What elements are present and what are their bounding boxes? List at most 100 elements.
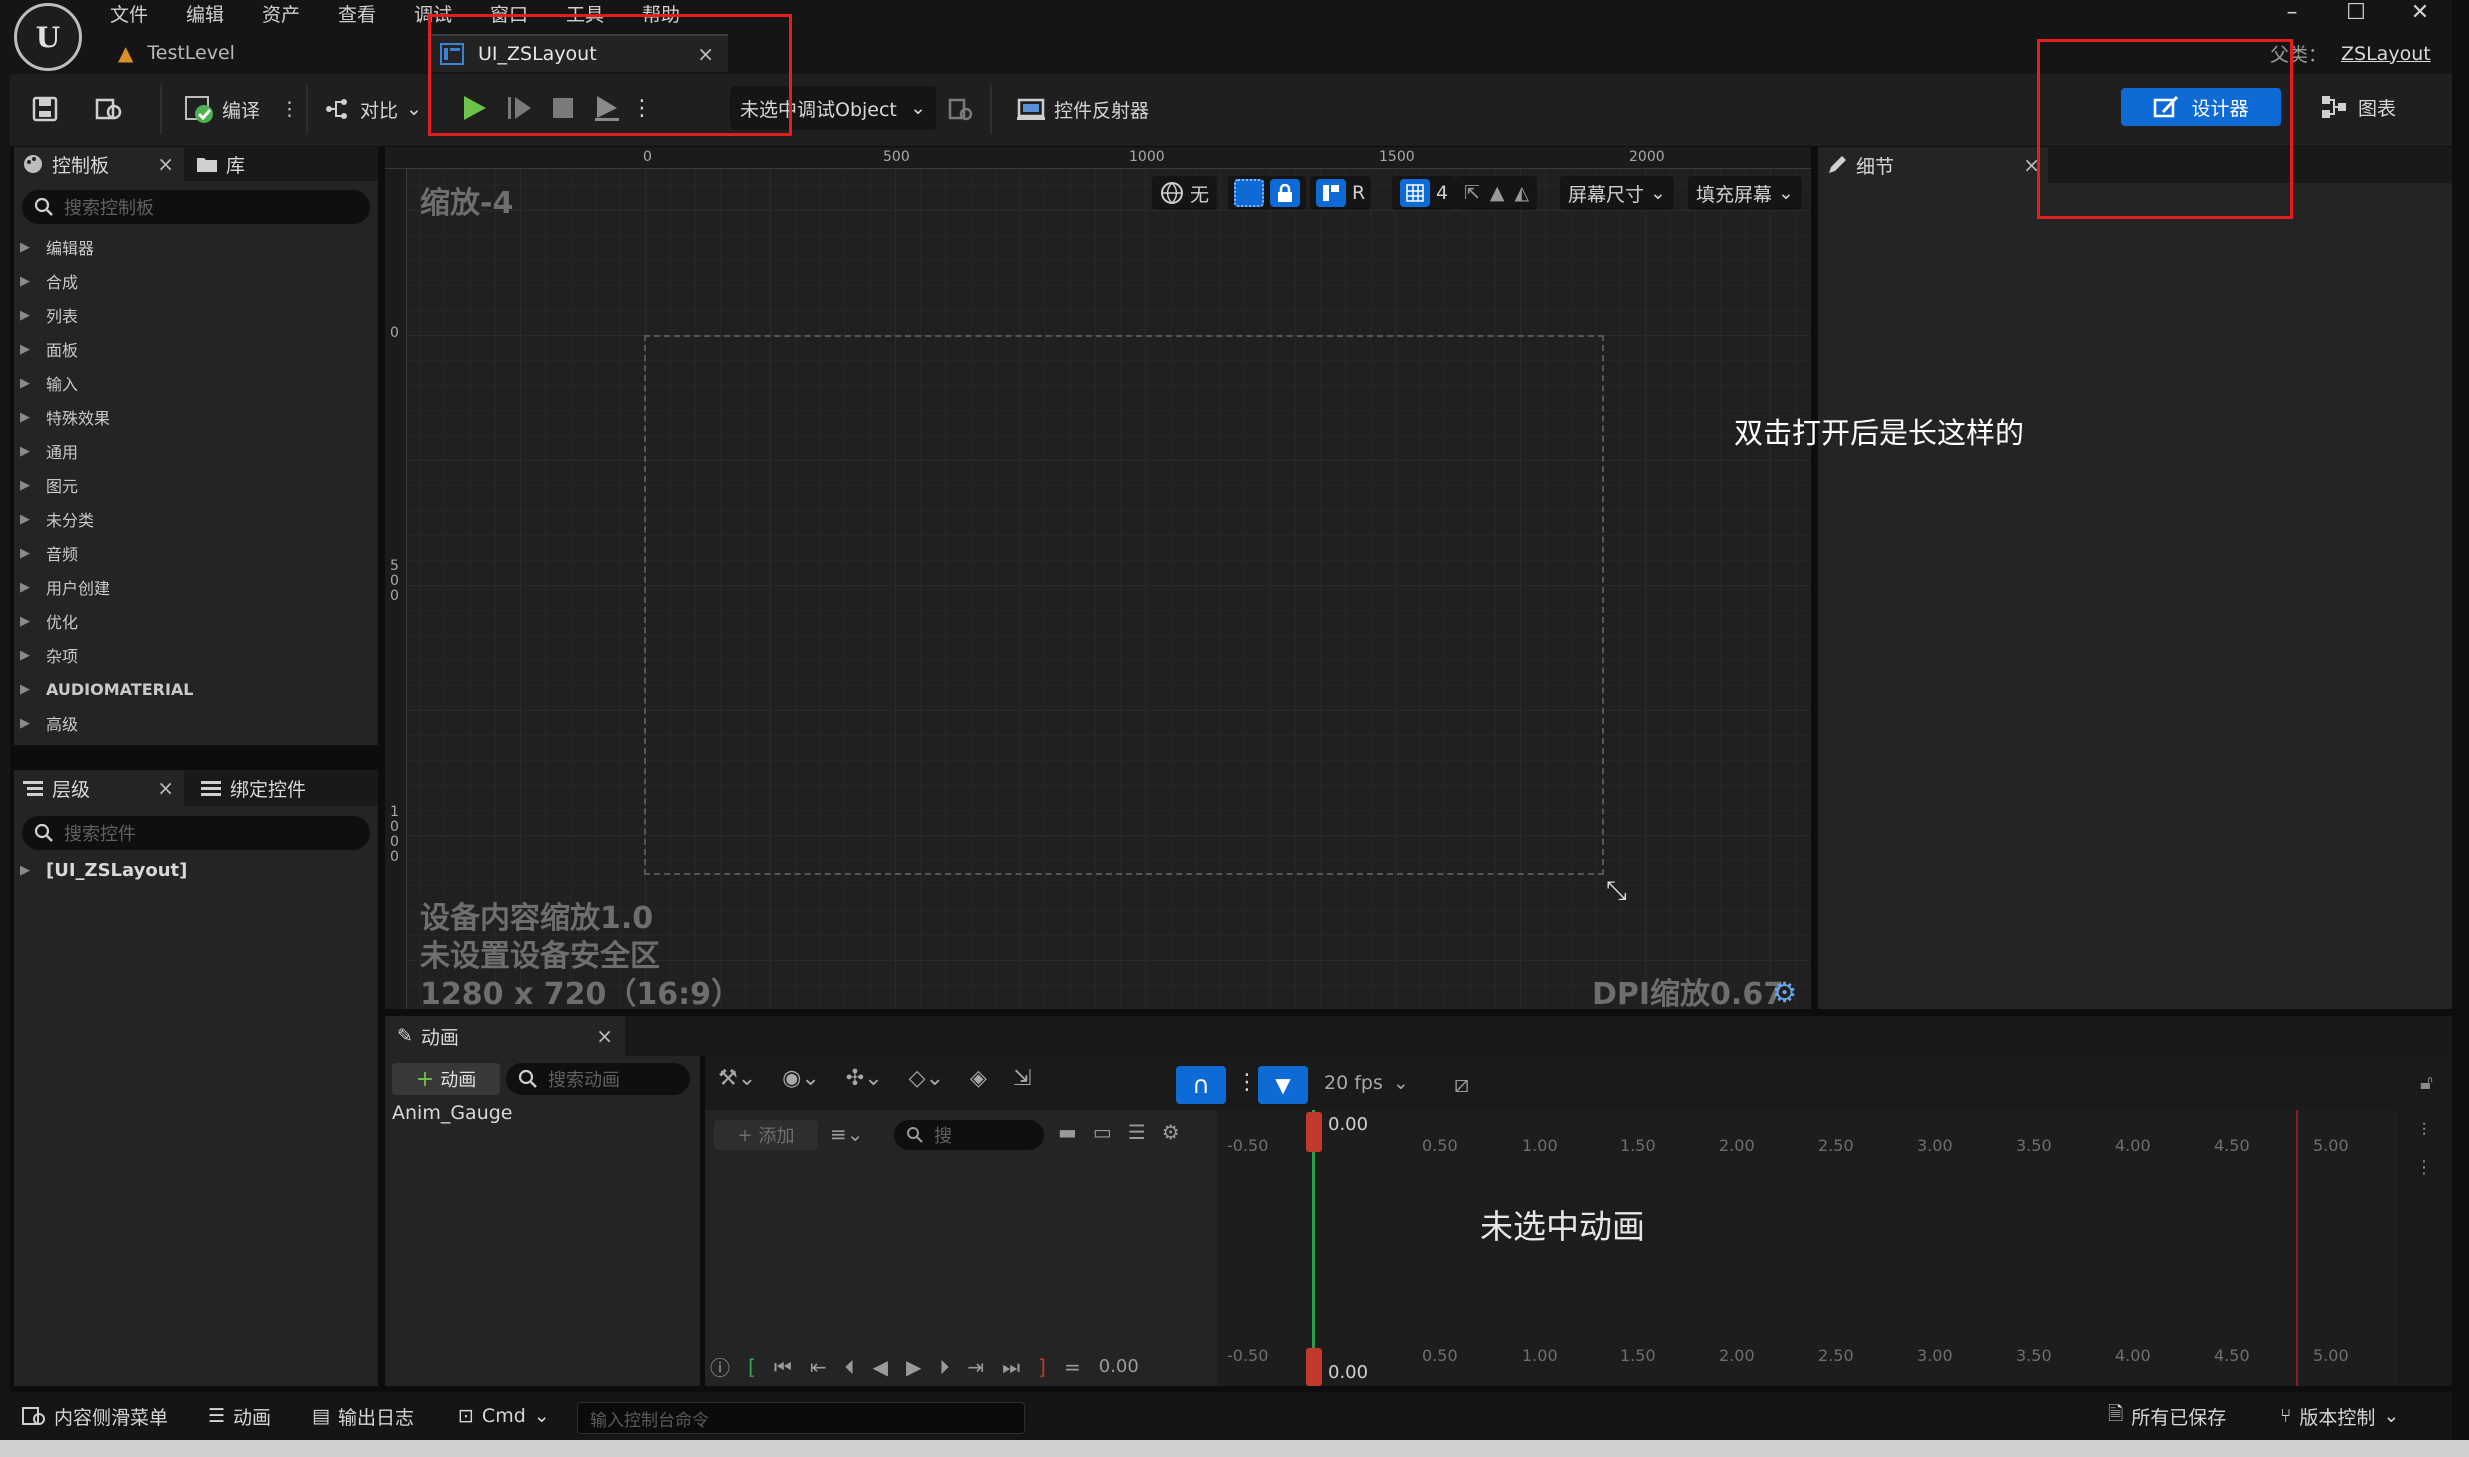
outline-lock-toggle[interactable] [1228, 176, 1306, 210]
unreal-logo[interactable]: U [14, 3, 82, 71]
transform-icon[interactable]: ✣⌄ [846, 1066, 883, 1091]
design-canvas-frame[interactable] [644, 335, 1604, 875]
list-icon[interactable]: ☰ [1128, 1120, 1146, 1144]
diff-button[interactable]: 对比 ⌄ [322, 88, 422, 130]
fill-screen-select[interactable]: 填充屏幕 ⌄ [1688, 176, 1802, 210]
respect-locks-toggle[interactable]: R [1310, 176, 1372, 210]
debug-filter-button[interactable] [946, 88, 976, 130]
tab-test-level[interactable]: ▲ TestLevel [118, 34, 408, 72]
category-optimization[interactable]: ▶ 优化 [20, 604, 370, 638]
graph-mode-button[interactable]: 图表 [2320, 88, 2396, 126]
select-label-icon[interactable]: ⋮ [2415, 1157, 2433, 1178]
parent-class-link[interactable]: ZSLayout [2341, 43, 2431, 65]
all-saved-button[interactable]: 🗎︎ 所有已保存 [2108, 1398, 2226, 1434]
play-forward-icon[interactable]: ▶ [906, 1355, 921, 1379]
close-palette-icon[interactable]: × [157, 152, 174, 176]
sliders-icon[interactable]: ⫶ [2422, 1120, 2427, 1141]
curve-editor-icon[interactable]: ⧄ [1454, 1070, 1469, 1098]
palette-search-input[interactable]: 搜索控制板 [22, 190, 370, 224]
category-audio[interactable]: ▶ 音频 [20, 536, 370, 570]
next-key-icon[interactable]: ⇥ [967, 1355, 984, 1379]
jump-end-icon[interactable]: ⏭ [1002, 1355, 1020, 1379]
settings-gear-icon[interactable]: ⚙ [1162, 1120, 1180, 1144]
tab-library[interactable]: 库 [196, 147, 245, 181]
category-audiomaterial[interactable]: ▶ AUDIOMATERIAL [20, 672, 370, 706]
fps-select[interactable]: 20 fps ⌄ [1324, 1072, 1409, 1094]
compile-options-icon[interactable]: ⋮ [280, 98, 299, 120]
snap-magnet-icon[interactable]: ∩ [1176, 1066, 1226, 1104]
category-panel[interactable]: ▶ 面板 [20, 332, 370, 366]
category-list[interactable]: ▶ 列表 [20, 298, 370, 332]
animation-item[interactable]: Anim_Gauge [392, 1102, 513, 1124]
cmd-select[interactable]: ⊡ Cmd ⌄ [458, 1398, 550, 1434]
output-log-button[interactable]: ▤ 输出日志 [312, 1398, 414, 1434]
tab-animation[interactable]: ✎ 动画 × [385, 1016, 625, 1056]
snap-options-icon[interactable]: ⋮ [1236, 1070, 1258, 1095]
current-time-field[interactable]: 0.00 [1099, 1356, 1139, 1377]
hierarchy-root-item[interactable]: ▶ [UI_ZSLayout] [20, 853, 187, 887]
dpi-settings-gear-icon[interactable]: ⚙ [1772, 976, 1797, 1009]
filter-icon[interactable]: ≡⌄ [830, 1122, 864, 1146]
close-window-icon[interactable]: ✕ [2400, 0, 2440, 25]
close-animation-icon[interactable]: × [596, 1024, 613, 1048]
resize-handle-icon[interactable]: ⤡ [1606, 876, 1627, 907]
category-user-created[interactable]: ▶ 用户创建 [20, 570, 370, 604]
maximize-icon[interactable]: ☐ [2336, 0, 2376, 25]
widget-reflector-button[interactable]: 控件反射器 [1016, 88, 1149, 130]
info-icon[interactable]: ⓘ [710, 1352, 730, 1381]
add-animation-button[interactable]: + 动画 [392, 1063, 500, 1095]
snap-to-frame-icon[interactable]: ▼ [1258, 1066, 1308, 1104]
eye-icon[interactable]: ◉⌄ [782, 1066, 820, 1091]
image-preview-icon[interactable]: ▲ [1490, 182, 1505, 204]
animation-drawer-button[interactable]: ☰ 动画 [208, 1398, 271, 1434]
add-track-button[interactable]: + 添加 [714, 1120, 818, 1150]
close-hierarchy-icon[interactable]: × [157, 776, 174, 800]
category-primitive[interactable]: ▶ 图元 [20, 468, 370, 502]
compile-button[interactable]: 编译 ⋮ [184, 88, 299, 130]
source-control-button[interactable]: ⑂ 版本控制 ⌄ [2280, 1398, 2399, 1434]
end-bracket-icon[interactable]: ] [1038, 1355, 1046, 1379]
category-misc[interactable]: ▶ 杂项 [20, 638, 370, 672]
mirror-icon[interactable]: ◭ [1515, 182, 1530, 204]
jump-start-icon[interactable]: ⏮ [774, 1355, 792, 1379]
layout-icon[interactable] [1316, 179, 1346, 207]
hierarchy-search-input[interactable]: 搜索控件 [22, 816, 370, 850]
category-special-effects[interactable]: ▶ 特殊效果 [20, 400, 370, 434]
next-frame-icon[interactable]: ⏵ [939, 1355, 949, 1379]
category-editor[interactable]: ▶ 编辑器 [20, 230, 370, 264]
menu-edit[interactable]: 编辑 [186, 0, 224, 26]
menu-asset[interactable]: 资产 [262, 0, 300, 26]
menu-file[interactable]: 文件 [110, 0, 148, 26]
select-icon[interactable]: ⇲ [1013, 1066, 1031, 1091]
tab-palette[interactable]: 控制板 × [14, 147, 184, 181]
dashed-outline-icon[interactable] [1234, 179, 1264, 207]
menu-view[interactable]: 查看 [338, 0, 376, 26]
minimize-icon[interactable]: – [2272, 0, 2312, 25]
category-input[interactable]: ▶ 输入 [20, 366, 370, 400]
category-uncategorized[interactable]: ▶ 未分类 [20, 502, 370, 536]
screen-size-select[interactable]: 屏幕尺寸 ⌄ [1560, 176, 1674, 210]
prev-key-icon[interactable]: ⇤ [810, 1355, 827, 1379]
auto-key-icon[interactable]: ◈ [970, 1066, 987, 1091]
localization-preview-button[interactable]: 无 [1152, 176, 1218, 210]
prev-frame-icon[interactable]: ⏴ [845, 1355, 855, 1379]
tab-bind-widgets[interactable]: 绑定控件 [200, 770, 306, 806]
grid-snap-toggle[interactable]: 4 [1392, 176, 1457, 210]
content-drawer-button[interactable]: 内容侧滑菜单 [22, 1398, 168, 1434]
play-reverse-icon[interactable]: ◀ [873, 1355, 888, 1379]
start-bracket-icon[interactable]: [ [748, 1355, 756, 1379]
tab-details[interactable]: 细节 × [1818, 147, 2048, 183]
console-command-input[interactable]: 输入控制台命令 [577, 1402, 1025, 1434]
cursor-preview-icon[interactable]: ⇱ [1464, 182, 1480, 204]
category-composite[interactable]: ▶ 合成 [20, 264, 370, 298]
animation-search-input[interactable]: 搜索动画 [506, 1063, 690, 1095]
grid-icon[interactable] [1400, 179, 1430, 207]
expand-icon[interactable]: ▭ [1093, 1120, 1112, 1144]
lock-icon[interactable] [1270, 179, 1300, 207]
collapse-icon[interactable]: ▬ [1058, 1120, 1077, 1144]
wrench-icon[interactable]: ⚒⌄ [718, 1066, 756, 1091]
browse-asset-button[interactable] [94, 88, 124, 130]
category-common[interactable]: ▶ 通用 [20, 434, 370, 468]
key-icon[interactable]: ◇⌄ [909, 1066, 944, 1091]
tab-hierarchy[interactable]: 层级 × [14, 770, 184, 806]
